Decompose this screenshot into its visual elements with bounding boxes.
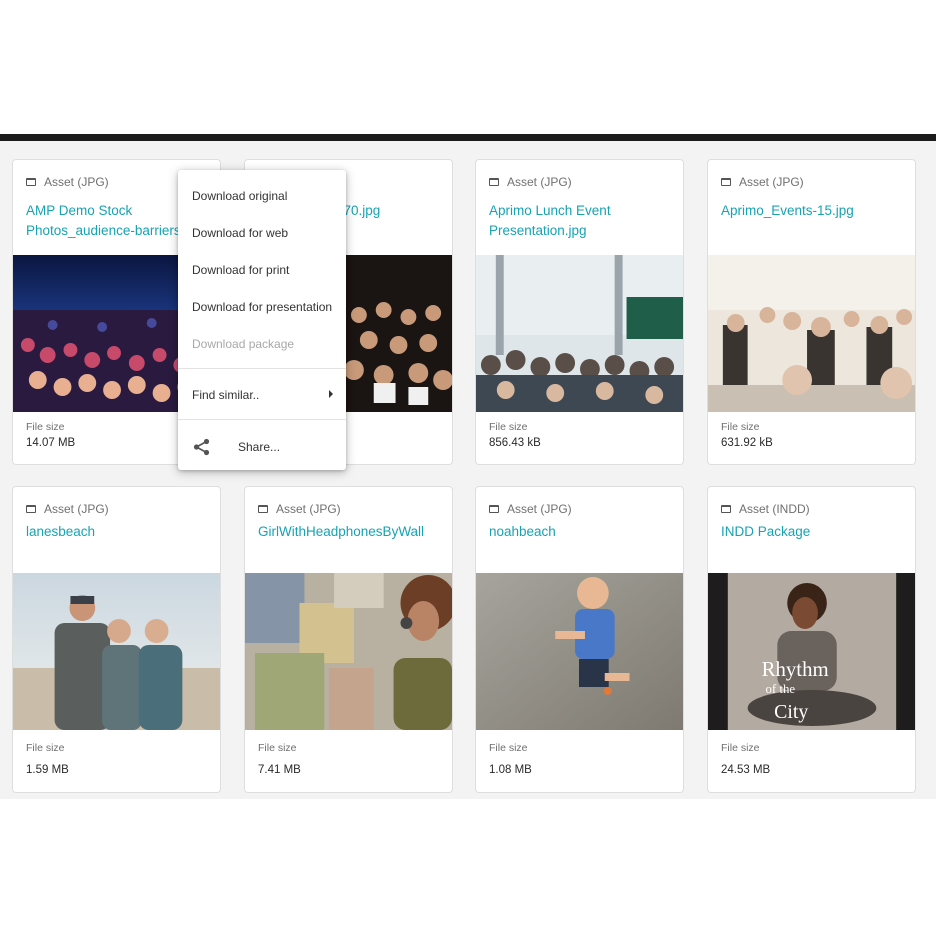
asset-card[interactable]: Asset (JPG) GirlWithHeadphonesByWall Fil…: [244, 486, 453, 793]
asset-type: Asset (INDD): [721, 502, 810, 516]
asset-document-icon: [721, 505, 731, 513]
file-size-value: 14.07 MB: [26, 437, 76, 449]
asset-document-icon: [258, 505, 268, 513]
asset-document-icon: [26, 178, 36, 186]
menu-item-download-presentation[interactable]: Download for presentation: [192, 300, 332, 314]
menu-item-find-similar[interactable]: Find similar..: [192, 388, 259, 402]
file-size-label: File size: [26, 742, 65, 754]
asset-type: Asset (JPG): [489, 175, 572, 189]
context-menu: Download original Download for web Downl…: [178, 170, 346, 470]
menu-item-download-original[interactable]: Download original: [192, 189, 287, 203]
asset-thumbnail[interactable]: [476, 573, 683, 730]
asset-card[interactable]: Asset (JPG) noahbeach File size 1.08 MB: [475, 486, 684, 793]
asset-title[interactable]: INDD Package: [721, 522, 909, 542]
thumbnail-line-3: City: [774, 701, 808, 723]
asset-title[interactable]: Aprimo_Events-15.jpg: [721, 201, 909, 221]
menu-item-download-print[interactable]: Download for print: [192, 263, 289, 277]
asset-type: Asset (JPG): [258, 502, 341, 516]
asset-document-icon: [489, 178, 499, 186]
file-size-value: 856.43 kB: [489, 437, 541, 449]
share-icon[interactable]: [192, 437, 212, 457]
thumbnail-line-2: of the: [765, 681, 795, 696]
file-size-label: File size: [258, 742, 297, 754]
asset-card[interactable]: Asset (JPG) Aprimo Lunch Event Presentati…: [475, 159, 684, 465]
asset-card[interactable]: Asset (INDD) INDD Package Rhythm of the …: [707, 486, 916, 793]
menu-item-download-web[interactable]: Download for web: [192, 226, 288, 240]
asset-title[interactable]: lanesbeach: [26, 522, 214, 542]
file-size-label: File size: [489, 742, 528, 754]
asset-type: Asset (JPG): [26, 502, 109, 516]
file-size-value: 631.92 kB: [721, 437, 773, 449]
asset-title[interactable]: Aprimo Lunch Event Presentation.jpg: [489, 201, 677, 241]
asset-card[interactable]: Asset (JPG) lanesbeach File size 1.59 MB: [12, 486, 221, 793]
file-size-value: 7.41 MB: [258, 764, 301, 776]
asset-document-icon: [721, 178, 731, 186]
asset-thumbnail[interactable]: [708, 255, 915, 412]
asset-title[interactable]: -70.jpg: [339, 201, 446, 221]
asset-card[interactable]: Asset (JPG) Aprimo_Events-15.jpg File si…: [707, 159, 916, 465]
thumbnail-line-1: Rhythm: [762, 657, 829, 681]
asset-type: Asset (JPG): [489, 502, 572, 516]
menu-divider: [178, 368, 346, 369]
asset-title[interactable]: GirlWithHeadphonesByWall: [258, 522, 446, 542]
menu-item-share[interactable]: Share...: [238, 440, 280, 454]
chevron-right-icon: [329, 390, 333, 398]
asset-thumbnail[interactable]: [476, 255, 683, 412]
asset-document-icon: [26, 505, 36, 513]
file-size-label: File size: [489, 421, 528, 433]
asset-title[interactable]: noahbeach: [489, 522, 677, 542]
asset-thumbnail[interactable]: [245, 573, 452, 730]
menu-divider: [178, 419, 346, 420]
file-size-value: 1.08 MB: [489, 764, 532, 776]
file-size-label: File size: [721, 421, 760, 433]
asset-document-icon: [489, 505, 499, 513]
asset-thumbnail[interactable]: [13, 573, 220, 730]
file-size-value: 1.59 MB: [26, 764, 69, 776]
top-bar: [0, 134, 936, 141]
asset-thumbnail[interactable]: Rhythm of the City: [708, 573, 915, 730]
file-size-label: File size: [26, 421, 65, 433]
menu-item-download-package: Download package: [192, 337, 295, 351]
file-size-value: 24.53 MB: [721, 764, 771, 776]
file-size-label: File size: [721, 742, 760, 754]
asset-type: Asset (JPG): [721, 175, 804, 189]
asset-type: Asset (JPG): [26, 175, 109, 189]
